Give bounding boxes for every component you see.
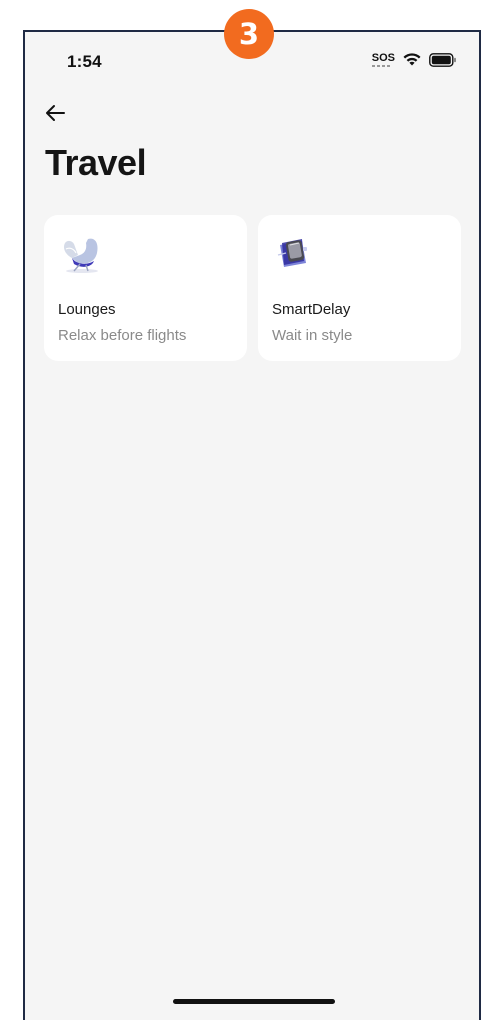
status-time: 1:54	[67, 52, 102, 71]
back-arrow-icon	[46, 105, 65, 121]
status-icons: SOS	[371, 52, 457, 67]
sos-label: SOS	[371, 52, 395, 64]
sos-icon: SOS	[371, 52, 395, 67]
lounge-chair-icon	[64, 238, 98, 273]
battery-icon	[429, 52, 456, 67]
card-title: SmartDelay	[272, 301, 351, 318]
card-smartdelay[interactable]: SmartDelay Wait in style	[258, 215, 461, 361]
card-subtitle: Relax before flights	[58, 327, 187, 344]
phone-screen: 1:54 SOS Travel Lounges Relax before fli…	[23, 30, 481, 1020]
page-title: Travel	[45, 142, 147, 183]
card-subtitle: Wait in style	[272, 327, 353, 344]
card-title: Lounges	[58, 301, 116, 318]
wifi-icon	[403, 53, 421, 66]
card-lounges[interactable]: Lounges Relax before flights	[44, 215, 247, 361]
smartdelay-device-icon	[277, 239, 307, 267]
travel-cards: Lounges Relax before flights SmartDelay …	[44, 215, 461, 361]
back-button[interactable]	[39, 98, 71, 128]
step-badge: 3	[224, 9, 274, 59]
home-indicator[interactable]	[173, 999, 335, 1004]
